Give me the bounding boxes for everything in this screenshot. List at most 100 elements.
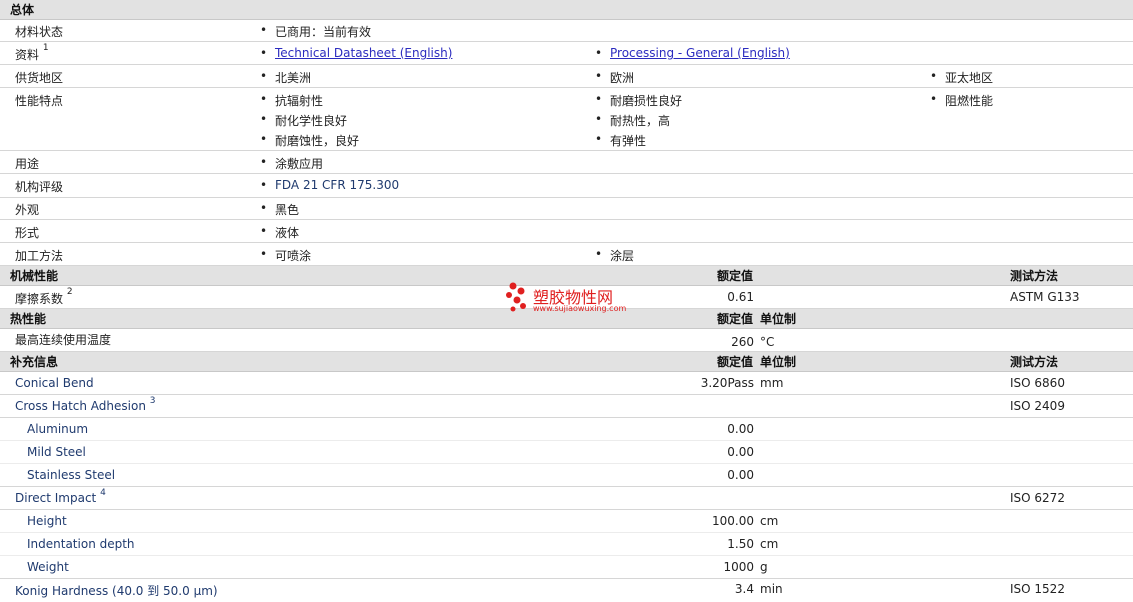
row-aluminum: Aluminum 0.00 bbox=[0, 418, 1133, 441]
row-hatch: Cross Hatch Adhesion 3 ISO 2409 bbox=[0, 395, 1133, 418]
watermark-dots-icon bbox=[506, 282, 526, 312]
hatch-method: ISO 2409 bbox=[1010, 399, 1065, 413]
process-item: 涂层 bbox=[595, 247, 634, 264]
row-temp: 最高连续使用温度 260 °C bbox=[0, 329, 1133, 352]
region-label: 供货地区 bbox=[15, 71, 64, 85]
appearance-value: 黑色 bbox=[260, 201, 299, 218]
row-konig: Konig Hardness (40.0 到 50.0 µm) 3.4 min … bbox=[0, 579, 1133, 602]
weight-value: 1000 bbox=[723, 560, 754, 574]
mild-steel-value: 0.00 bbox=[727, 445, 754, 459]
mild-steel-label: Mild Steel bbox=[27, 445, 86, 459]
row-agency: 机构评级 FDA 21 CFR 175.300 bbox=[0, 174, 1133, 198]
row-weight: Weight 1000 g bbox=[0, 556, 1133, 579]
indentation-value: 1.50 bbox=[727, 537, 754, 551]
row-indentation: Indentation depth 1.50 cm bbox=[0, 533, 1133, 556]
feature-item: 抗辐射性 bbox=[260, 92, 323, 109]
header-value: 额定值 bbox=[716, 355, 753, 369]
friction-value: 0.61 bbox=[727, 290, 754, 304]
row-stainless: Stainless Steel 0.00 bbox=[0, 464, 1133, 487]
use-value: 涂敷应用 bbox=[260, 155, 323, 172]
row-mild-steel: Mild Steel 0.00 bbox=[0, 441, 1133, 464]
region-item: 亚太地区 bbox=[930, 69, 993, 86]
section-title: 总体 bbox=[10, 3, 35, 17]
feature-item: 阻燃性能 bbox=[930, 92, 993, 109]
watermark-url: www.sujiaowuxing.com bbox=[533, 304, 627, 313]
weight-unit: g bbox=[760, 560, 768, 574]
row-status: 材料状态 已商用：当前有效 bbox=[0, 20, 1133, 42]
row-form: 形式 液体 bbox=[0, 220, 1133, 243]
region-item: 欧洲 bbox=[595, 69, 634, 86]
feature-item: 耐磨蚀性，良好 bbox=[260, 132, 359, 149]
row-conical: Conical Bend 3.20Pass mm ISO 6860 bbox=[0, 372, 1133, 395]
feature-item: 耐磨损性良好 bbox=[595, 92, 682, 109]
impact-label: Direct Impact 4 bbox=[15, 488, 106, 505]
agency-label: 机构评级 bbox=[15, 180, 64, 194]
process-label: 加工方法 bbox=[15, 249, 64, 263]
docs-label: 资料 1 bbox=[15, 43, 49, 62]
konig-method: ISO 1522 bbox=[1010, 582, 1065, 596]
row-process: 加工方法 可喷涂 涂层 bbox=[0, 243, 1133, 266]
temp-unit: °C bbox=[760, 335, 775, 349]
stainless-value: 0.00 bbox=[727, 468, 754, 482]
temp-label: 最高连续使用温度 bbox=[15, 333, 112, 347]
section-extra: 补充信息 额定值 单位制 测试方法 bbox=[0, 352, 1133, 372]
aluminum-label: Aluminum bbox=[27, 422, 89, 436]
status-label: 材料状态 bbox=[15, 25, 64, 39]
section-title: 补充信息 bbox=[10, 355, 59, 369]
watermark-logo: 塑胶物性网 www.sujiaowuxing.com bbox=[505, 282, 626, 317]
header-method: 测试方法 bbox=[1010, 269, 1059, 283]
feature-item: 耐化学性良好 bbox=[260, 112, 347, 129]
row-use: 用途 涂敷应用 bbox=[0, 151, 1133, 174]
header-method: 测试方法 bbox=[1010, 355, 1059, 369]
friction-label: 摩擦系数 2 bbox=[15, 287, 73, 306]
conical-label: Conical Bend bbox=[15, 376, 94, 390]
feature-item: 耐热性，高 bbox=[595, 112, 670, 129]
friction-method: ASTM G133 bbox=[1010, 290, 1080, 304]
row-impact: Direct Impact 4 ISO 6272 bbox=[0, 487, 1133, 510]
konig-unit: min bbox=[760, 582, 783, 596]
row-regions: 供货地区 北美洲 欧洲 亚太地区 bbox=[0, 65, 1133, 88]
row-height: Height 100.00 cm bbox=[0, 510, 1133, 533]
indentation-unit: cm bbox=[760, 537, 779, 551]
section-title: 热性能 bbox=[10, 312, 47, 326]
header-value: 额定值 bbox=[716, 312, 753, 326]
form-value: 液体 bbox=[260, 224, 299, 241]
conical-value: 3.20Pass bbox=[700, 376, 754, 390]
feature-item: 有弹性 bbox=[595, 132, 646, 149]
aluminum-value: 0.00 bbox=[727, 422, 754, 436]
process-item: 可喷涂 bbox=[260, 247, 311, 264]
row-docs: 资料 1 Technical Datasheet (English) Proce… bbox=[0, 42, 1133, 65]
height-label: Height bbox=[27, 514, 67, 528]
konig-label: Konig Hardness (40.0 到 50.0 µm) bbox=[15, 584, 218, 598]
features-label: 性能特点 bbox=[15, 94, 64, 108]
row-appearance: 外观 黑色 bbox=[0, 198, 1133, 220]
doc-item: Processing - General (English) bbox=[595, 46, 790, 60]
indentation-label: Indentation depth bbox=[27, 537, 135, 551]
conical-unit: mm bbox=[760, 376, 784, 390]
header-unit: 单位制 bbox=[760, 355, 797, 369]
region-item: 北美洲 bbox=[260, 69, 311, 86]
form-label: 形式 bbox=[15, 226, 40, 240]
use-label: 用途 bbox=[15, 157, 40, 171]
height-value: 100.00 bbox=[712, 514, 754, 528]
header-value: 额定值 bbox=[716, 269, 753, 283]
section-title: 机械性能 bbox=[10, 269, 59, 283]
konig-value: 3.4 bbox=[734, 582, 754, 596]
conical-method: ISO 6860 bbox=[1010, 376, 1065, 390]
section-general: 总体 bbox=[0, 0, 1133, 20]
hatch-label: Cross Hatch Adhesion 3 bbox=[15, 396, 156, 413]
appearance-label: 外观 bbox=[15, 203, 40, 217]
temp-value: 260 bbox=[731, 335, 754, 349]
doc-item: Technical Datasheet (English) bbox=[260, 46, 452, 60]
section-mechanical: 机械性能 额定值 测试方法 bbox=[0, 266, 1133, 286]
status-value: 已商用：当前有效 bbox=[260, 23, 371, 40]
row-features: 性能特点 抗辐射性 耐磨损性良好 阻燃性能 耐化学性良好 耐热性，高 耐磨蚀性，… bbox=[0, 88, 1133, 151]
agency-value: FDA 21 CFR 175.300 bbox=[260, 178, 399, 192]
technical-datasheet-link[interactable]: Technical Datasheet (English) bbox=[275, 46, 452, 60]
weight-label: Weight bbox=[27, 560, 69, 574]
stainless-label: Stainless Steel bbox=[27, 468, 116, 482]
processing-general-link[interactable]: Processing - General (English) bbox=[610, 46, 790, 60]
header-unit: 单位制 bbox=[760, 312, 797, 326]
height-unit: cm bbox=[760, 514, 779, 528]
impact-method: ISO 6272 bbox=[1010, 491, 1065, 505]
